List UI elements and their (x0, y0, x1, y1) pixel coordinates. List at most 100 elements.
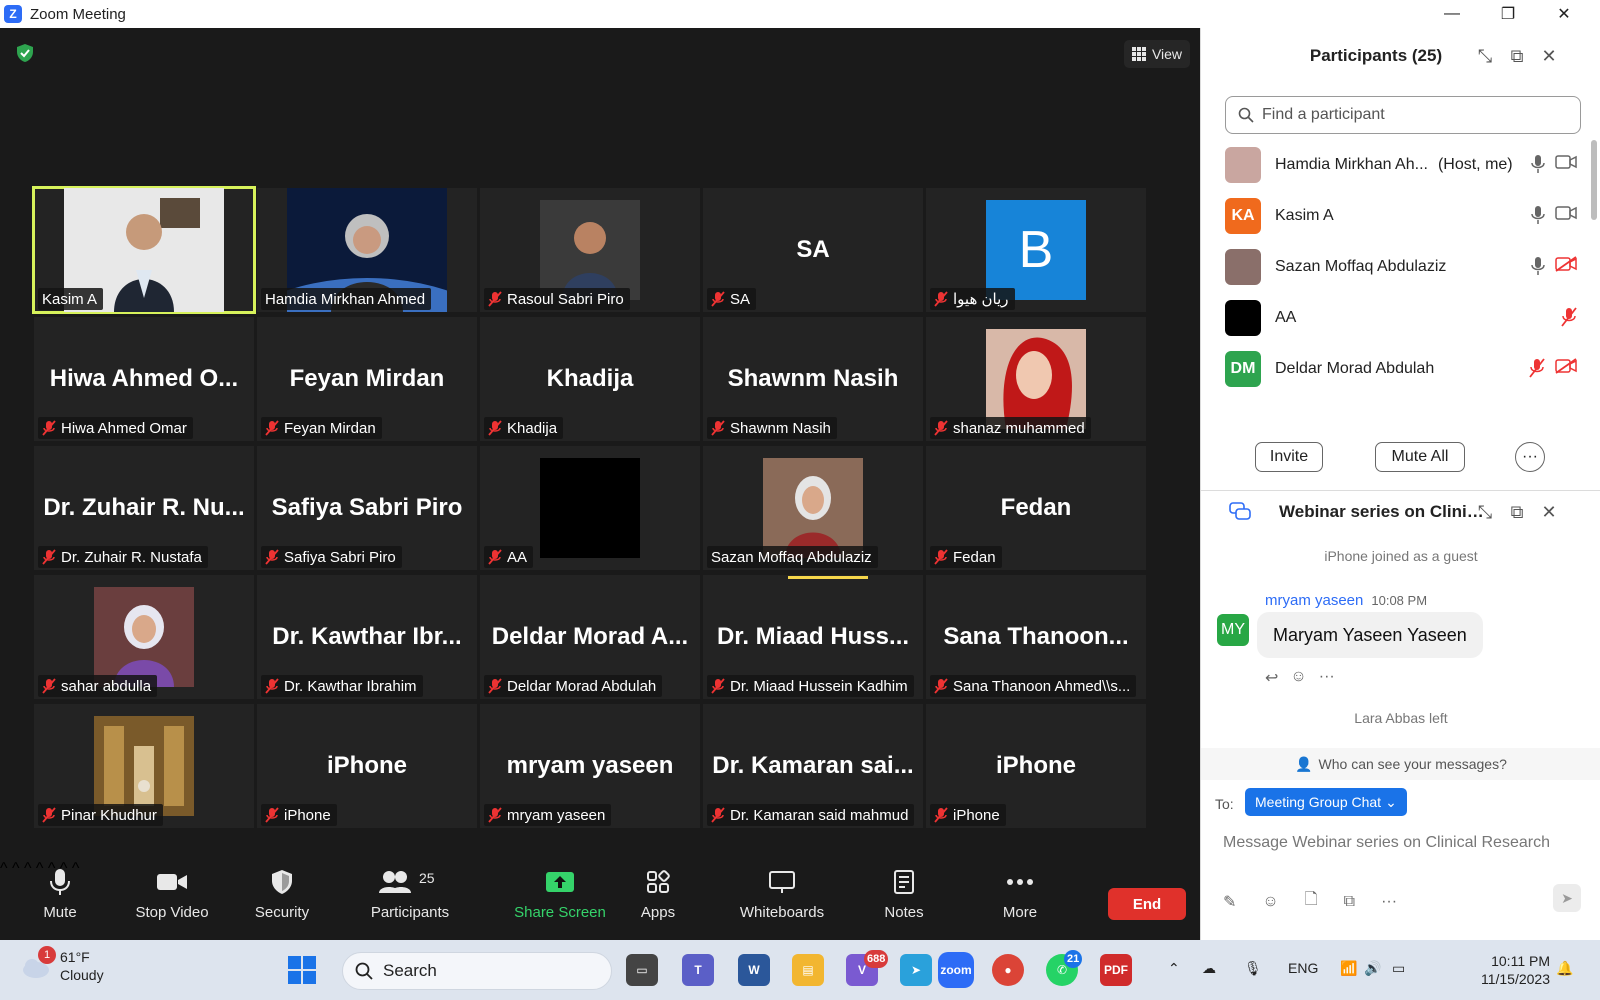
participant-tile[interactable]: Khadija Khadija (480, 317, 700, 441)
participant-tile[interactable]: Kasim A (32, 186, 256, 314)
whatsapp-icon[interactable]: ✆ 21 (1046, 950, 1083, 986)
participant-tile[interactable]: Hamdia Mirkhan Ahmed (257, 188, 477, 312)
apps-button[interactable]: Apps (598, 860, 718, 940)
weather-widget[interactable]: 1 61°F Cloudy (20, 946, 104, 984)
mute-button[interactable]: Mute (0, 860, 120, 940)
task-view-icon[interactable]: ▭ (626, 954, 658, 986)
participant-tile[interactable]: AA (480, 446, 700, 570)
encryption-shield-icon[interactable] (14, 42, 36, 64)
whiteboards-button[interactable]: Whiteboards (722, 860, 842, 940)
participant-tile[interactable]: Dr. Zuhair R. Nu... Dr. Zuhair R. Nustafa (34, 446, 254, 570)
emoji-icon[interactable]: ☺ (1262, 893, 1278, 911)
tile-name: mryam yaseen (507, 806, 606, 824)
participant-tile[interactable]: mryam yaseen mryam yaseen (480, 704, 700, 828)
participant-tile[interactable]: Dr. Miaad Huss... Dr. Miaad Hussein Kadhi… (703, 575, 923, 699)
viber-icon[interactable]: V 688 (846, 950, 889, 986)
title-bar: Z Zoom Meeting — ❐ ✕ (0, 0, 1600, 28)
send-icon[interactable]: ➤ (1553, 884, 1581, 912)
volume-icon[interactable]: 🔊 (1364, 960, 1381, 977)
participant-tile[interactable]: Sazan Moffaq Abdulaziz (703, 446, 923, 570)
minimize-button[interactable]: — (1424, 0, 1480, 28)
collapse-icon[interactable]: ⤡ (1475, 46, 1495, 66)
participant-name: Kasim A (1275, 207, 1334, 224)
message-bubble[interactable]: Maryam Yaseen Yaseen (1257, 612, 1483, 658)
invite-button[interactable]: Invite (1255, 442, 1323, 472)
participant-tile[interactable]: Dr. Kawthar Ibr... Dr. Kawthar Ibrahim (257, 575, 477, 699)
emoji-react-icon[interactable]: ☺ (1290, 668, 1306, 688)
participant-tile[interactable]: Fedan Fedan (926, 446, 1146, 570)
tile-name: ريان هيوا (953, 291, 1009, 308)
tile-name-label: Kasim A (38, 288, 104, 310)
mic-tray-icon[interactable]: 🎙 (1244, 960, 1262, 977)
participant-tile[interactable]: B ريان هيوا (926, 188, 1146, 312)
security-button[interactable]: Security (222, 860, 342, 940)
windows-start-icon[interactable] (286, 954, 318, 986)
chat-collapse-icon[interactable]: ⤡ (1475, 502, 1495, 522)
pdf-app-icon[interactable]: PDF (1100, 954, 1132, 986)
show-hidden-icons[interactable]: ⌃ (1168, 960, 1180, 977)
pop-out-icon[interactable]: ⧉ (1507, 46, 1527, 66)
clock[interactable]: 10:11 PM 11/15/2023 (1466, 952, 1550, 988)
file-icon[interactable]: 🗋 (1305, 888, 1318, 915)
find-participant-input[interactable]: Find a participant (1225, 96, 1581, 134)
who-can-see-link[interactable]: 👤 Who can see your messages? (1201, 748, 1600, 780)
participants-button[interactable]: 25 Participants (350, 860, 470, 940)
file-explorer-icon[interactable]: ▤ (792, 954, 824, 986)
screenshot-icon[interactable]: ⧉ (1344, 893, 1355, 911)
participant-tile[interactable]: shanaz muhammed (926, 317, 1146, 441)
video-feed (540, 458, 640, 558)
notification-bell-icon[interactable]: 🔔 (1556, 960, 1573, 977)
telegram-icon[interactable]: ➤ (900, 954, 932, 986)
mute-all-button[interactable]: Mute All (1375, 442, 1465, 472)
participant-tile[interactable]: Deldar Morad A... Deldar Morad Abdulah (480, 575, 700, 699)
participants-more-button[interactable]: ··· (1515, 442, 1545, 472)
participant-tile[interactable]: Hiwa Ahmed O... Hiwa Ahmed Omar (34, 317, 254, 441)
security-tray-icon[interactable]: ☁ (1202, 960, 1216, 977)
participant-tile[interactable]: Rasoul Sabri Piro (480, 188, 700, 312)
participant-row[interactable]: KA Kasim A (1225, 191, 1577, 241)
participant-row[interactable]: Sazan Moffaq Abdulaziz (1225, 242, 1577, 292)
word-icon[interactable]: W (738, 954, 770, 986)
participant-tile[interactable]: iPhone iPhone (926, 704, 1146, 828)
recipient-dropdown[interactable]: Meeting Group Chat ⌄ (1245, 788, 1407, 816)
participant-tile[interactable]: Shawnm Nasih Shawnm Nasih (703, 317, 923, 441)
more-options-icon[interactable]: ··· (1381, 893, 1397, 911)
chat-pop-out-icon[interactable]: ⧉ (1507, 502, 1527, 522)
battery-icon[interactable]: ▭ (1392, 960, 1405, 977)
participant-tile[interactable]: Sana Thanoon... Sana Thanoon Ahmed\\s... (926, 575, 1146, 699)
temperature: 61°F (60, 949, 90, 965)
more-button[interactable]: More (960, 860, 1080, 940)
restore-button[interactable]: ❐ (1480, 0, 1536, 28)
notes-button[interactable]: Notes (844, 860, 964, 940)
view-button[interactable]: View (1124, 40, 1190, 68)
stop-video-button[interactable]: Stop Video (112, 860, 232, 940)
participant-tile[interactable]: Dr. Kamaran sai... Dr. Kamaran said mahmu… (703, 704, 923, 828)
participant-list-scrollbar[interactable] (1591, 140, 1597, 220)
participant-tile[interactable]: Feyan Mirdan Feyan Mirdan (257, 317, 477, 441)
close-window-button[interactable]: ✕ (1536, 0, 1592, 28)
taskbar-search[interactable]: Search (342, 952, 612, 990)
close-participants-icon[interactable]: ✕ (1539, 46, 1559, 66)
participant-row[interactable]: AA (1225, 293, 1577, 343)
participant-tile[interactable]: sahar abdulla (34, 575, 254, 699)
end-meeting-button[interactable]: End (1108, 888, 1186, 920)
wifi-icon[interactable]: 📶 (1340, 960, 1357, 977)
chat-message-input[interactable]: Message Webinar series on Clinical Resea… (1223, 834, 1550, 852)
participant-row[interactable]: Hamdia Mirkhan Ah... (Host, me) (1225, 140, 1577, 190)
close-chat-icon[interactable]: ✕ (1539, 502, 1559, 522)
chrome-icon[interactable]: ● (992, 954, 1024, 986)
participant-tile[interactable]: Safiya Sabri Piro Safiya Sabri Piro (257, 446, 477, 570)
language-indicator[interactable]: ENG (1288, 960, 1318, 976)
participant-row[interactable]: DM Deldar Morad Abdulah (1225, 344, 1577, 394)
muted-mic-icon (934, 678, 948, 694)
teams-icon[interactable]: T (682, 954, 714, 986)
weather-badge: 1 (38, 946, 56, 964)
format-icon[interactable]: ✎ (1223, 892, 1236, 912)
participant-tile[interactable]: SA SA (703, 188, 923, 312)
zoom-taskbar-icon[interactable]: zoom (938, 952, 974, 988)
sender-name[interactable]: mryam yaseen (1265, 592, 1363, 609)
reply-icon[interactable]: ↩ (1265, 668, 1278, 688)
participant-tile[interactable]: iPhone iPhone (257, 704, 477, 828)
participant-tile[interactable]: Pinar Khudhur (34, 704, 254, 828)
message-more-icon[interactable]: ··· (1319, 668, 1335, 688)
